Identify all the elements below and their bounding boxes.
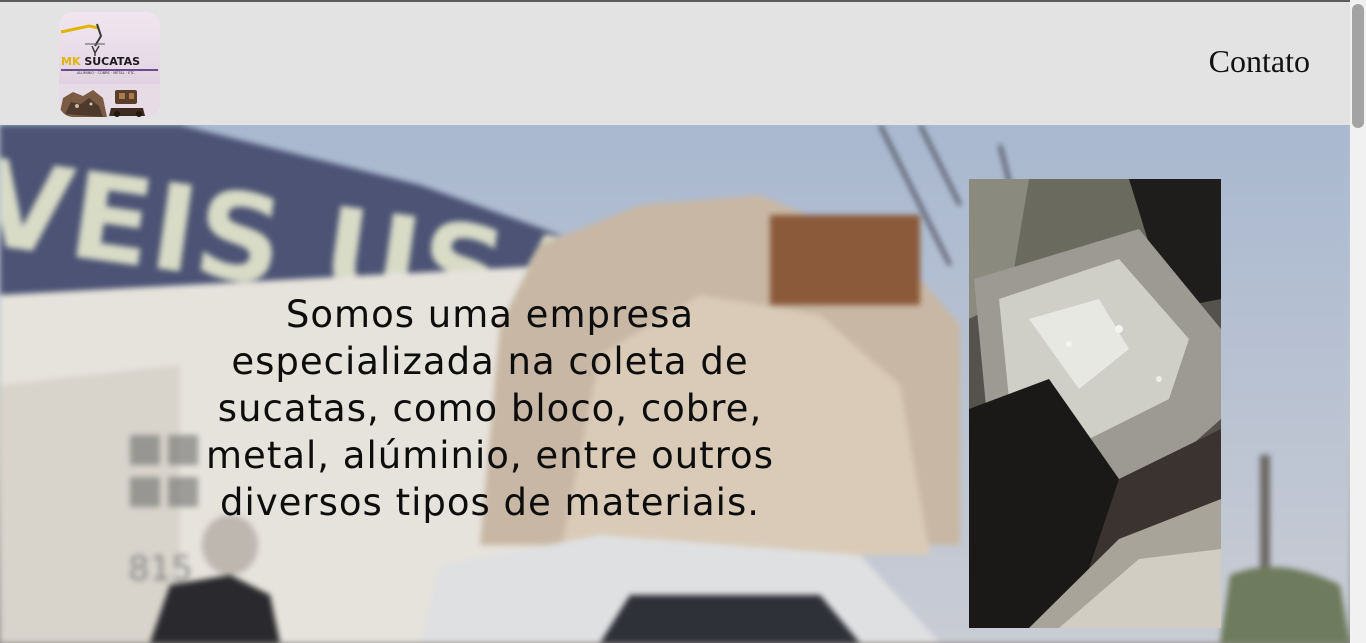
scrap-pile-icon (59, 84, 160, 117)
hero-headline: Somos uma empresa especializada na colet… (206, 293, 774, 524)
page: MK SUCATAS ALUMINIO · COBRE · METAL · ET… (0, 0, 1366, 643)
logo-brand-text: MK SUCATAS (61, 55, 140, 68)
nav-contact-link[interactable]: Contato (1209, 43, 1310, 80)
logo-tagline: ALUMINIO · COBRE · METAL · ETC (77, 71, 135, 75)
hero-section: VEIS USAD 815 Somos uma empresa especial… (0, 125, 1350, 643)
scrollbar-thumb[interactable] (1352, 4, 1364, 128)
crane-icon (60, 23, 105, 56)
site-header: MK SUCATAS ALUMINIO · COBRE · METAL · ET… (0, 2, 1350, 125)
scrap-photo (969, 179, 1221, 628)
site-logo[interactable]: MK SUCATAS ALUMINIO · COBRE · METAL · ET… (59, 12, 160, 117)
vertical-scrollbar[interactable] (1350, 0, 1366, 643)
